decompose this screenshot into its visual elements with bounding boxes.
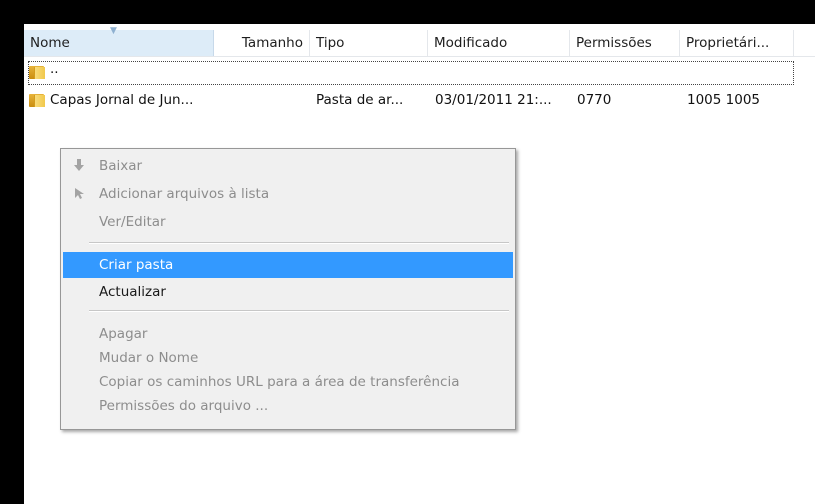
menu-item-label: Permissões do arquivo ... bbox=[99, 398, 269, 414]
add-to-queue-icon bbox=[71, 186, 87, 202]
column-header-modified[interactable]: Modificado bbox=[428, 30, 570, 56]
row-permissions: 0770 bbox=[577, 92, 612, 108]
menu-item-download[interactable]: Baixar bbox=[63, 153, 513, 179]
table-row-parent-dir[interactable]: .. bbox=[24, 60, 815, 86]
column-header-owner-label: Proprietári... bbox=[686, 35, 770, 51]
menu-item-rename[interactable]: Mudar o Nome bbox=[63, 345, 513, 371]
menu-separator bbox=[89, 310, 509, 312]
context-menu: Baixar Adicionar arquivos à lista Ver/Ed… bbox=[60, 148, 516, 430]
download-arrow-icon bbox=[71, 158, 87, 174]
menu-item-label: Ver/Editar bbox=[99, 214, 166, 230]
menu-item-label: Criar pasta bbox=[99, 257, 174, 273]
column-header-type[interactable]: Tipo bbox=[310, 30, 428, 56]
column-header-permissions[interactable]: Permissões bbox=[570, 30, 680, 56]
menu-item-label: Apagar bbox=[99, 326, 148, 342]
table-row[interactable]: Capas Jornal de Jun... Pasta de ar... 03… bbox=[24, 87, 815, 113]
folder-icon bbox=[29, 66, 45, 79]
sort-descending-icon: ▼ bbox=[110, 26, 117, 36]
column-header-name-label: Nome bbox=[30, 35, 70, 51]
row-name: .. bbox=[50, 61, 59, 77]
column-header-permissions-label: Permissões bbox=[576, 35, 652, 51]
row-name: Capas Jornal de Jun... bbox=[50, 92, 194, 108]
menu-item-refresh[interactable]: Actualizar bbox=[63, 279, 513, 305]
focus-rectangle bbox=[28, 61, 794, 85]
menu-item-add-files-to-queue[interactable]: Adicionar arquivos à lista bbox=[63, 181, 513, 207]
folder-icon bbox=[29, 94, 45, 107]
menu-item-label: Actualizar bbox=[99, 284, 166, 300]
screen-frame: Nome ▼ Tamanho Tipo Modificado Permissõe… bbox=[0, 0, 815, 504]
column-header-name[interactable]: Nome ▼ bbox=[24, 26, 214, 56]
row-type: Pasta de ar... bbox=[316, 92, 404, 108]
menu-separator bbox=[89, 242, 509, 244]
menu-item-file-permissions[interactable]: Permissões do arquivo ... bbox=[63, 393, 513, 419]
row-modified: 03/01/2011 21:... bbox=[435, 92, 552, 108]
column-header-size[interactable]: Tamanho bbox=[214, 30, 310, 56]
row-owner: 1005 1005 bbox=[687, 92, 761, 108]
column-header-size-label: Tamanho bbox=[241, 35, 303, 51]
column-header-type-label: Tipo bbox=[316, 35, 345, 51]
column-header-row: Nome ▼ Tamanho Tipo Modificado Permissõe… bbox=[24, 26, 815, 57]
remote-file-list[interactable]: Nome ▼ Tamanho Tipo Modificado Permissõe… bbox=[24, 24, 815, 504]
menu-item-label: Adicionar arquivos à lista bbox=[99, 186, 270, 202]
menu-item-copy-urls[interactable]: Copiar os caminhos URL para a área de tr… bbox=[63, 369, 513, 395]
column-header-modified-label: Modificado bbox=[434, 35, 508, 51]
menu-item-delete[interactable]: Apagar bbox=[63, 321, 513, 347]
menu-item-create-folder[interactable]: Criar pasta bbox=[63, 252, 513, 278]
menu-item-label: Baixar bbox=[99, 158, 143, 174]
menu-item-label: Mudar o Nome bbox=[99, 350, 199, 366]
menu-item-label: Copiar os caminhos URL para a área de tr… bbox=[99, 374, 460, 390]
column-header-owner[interactable]: Proprietári... bbox=[680, 30, 794, 56]
menu-item-view-edit[interactable]: Ver/Editar bbox=[63, 209, 513, 235]
